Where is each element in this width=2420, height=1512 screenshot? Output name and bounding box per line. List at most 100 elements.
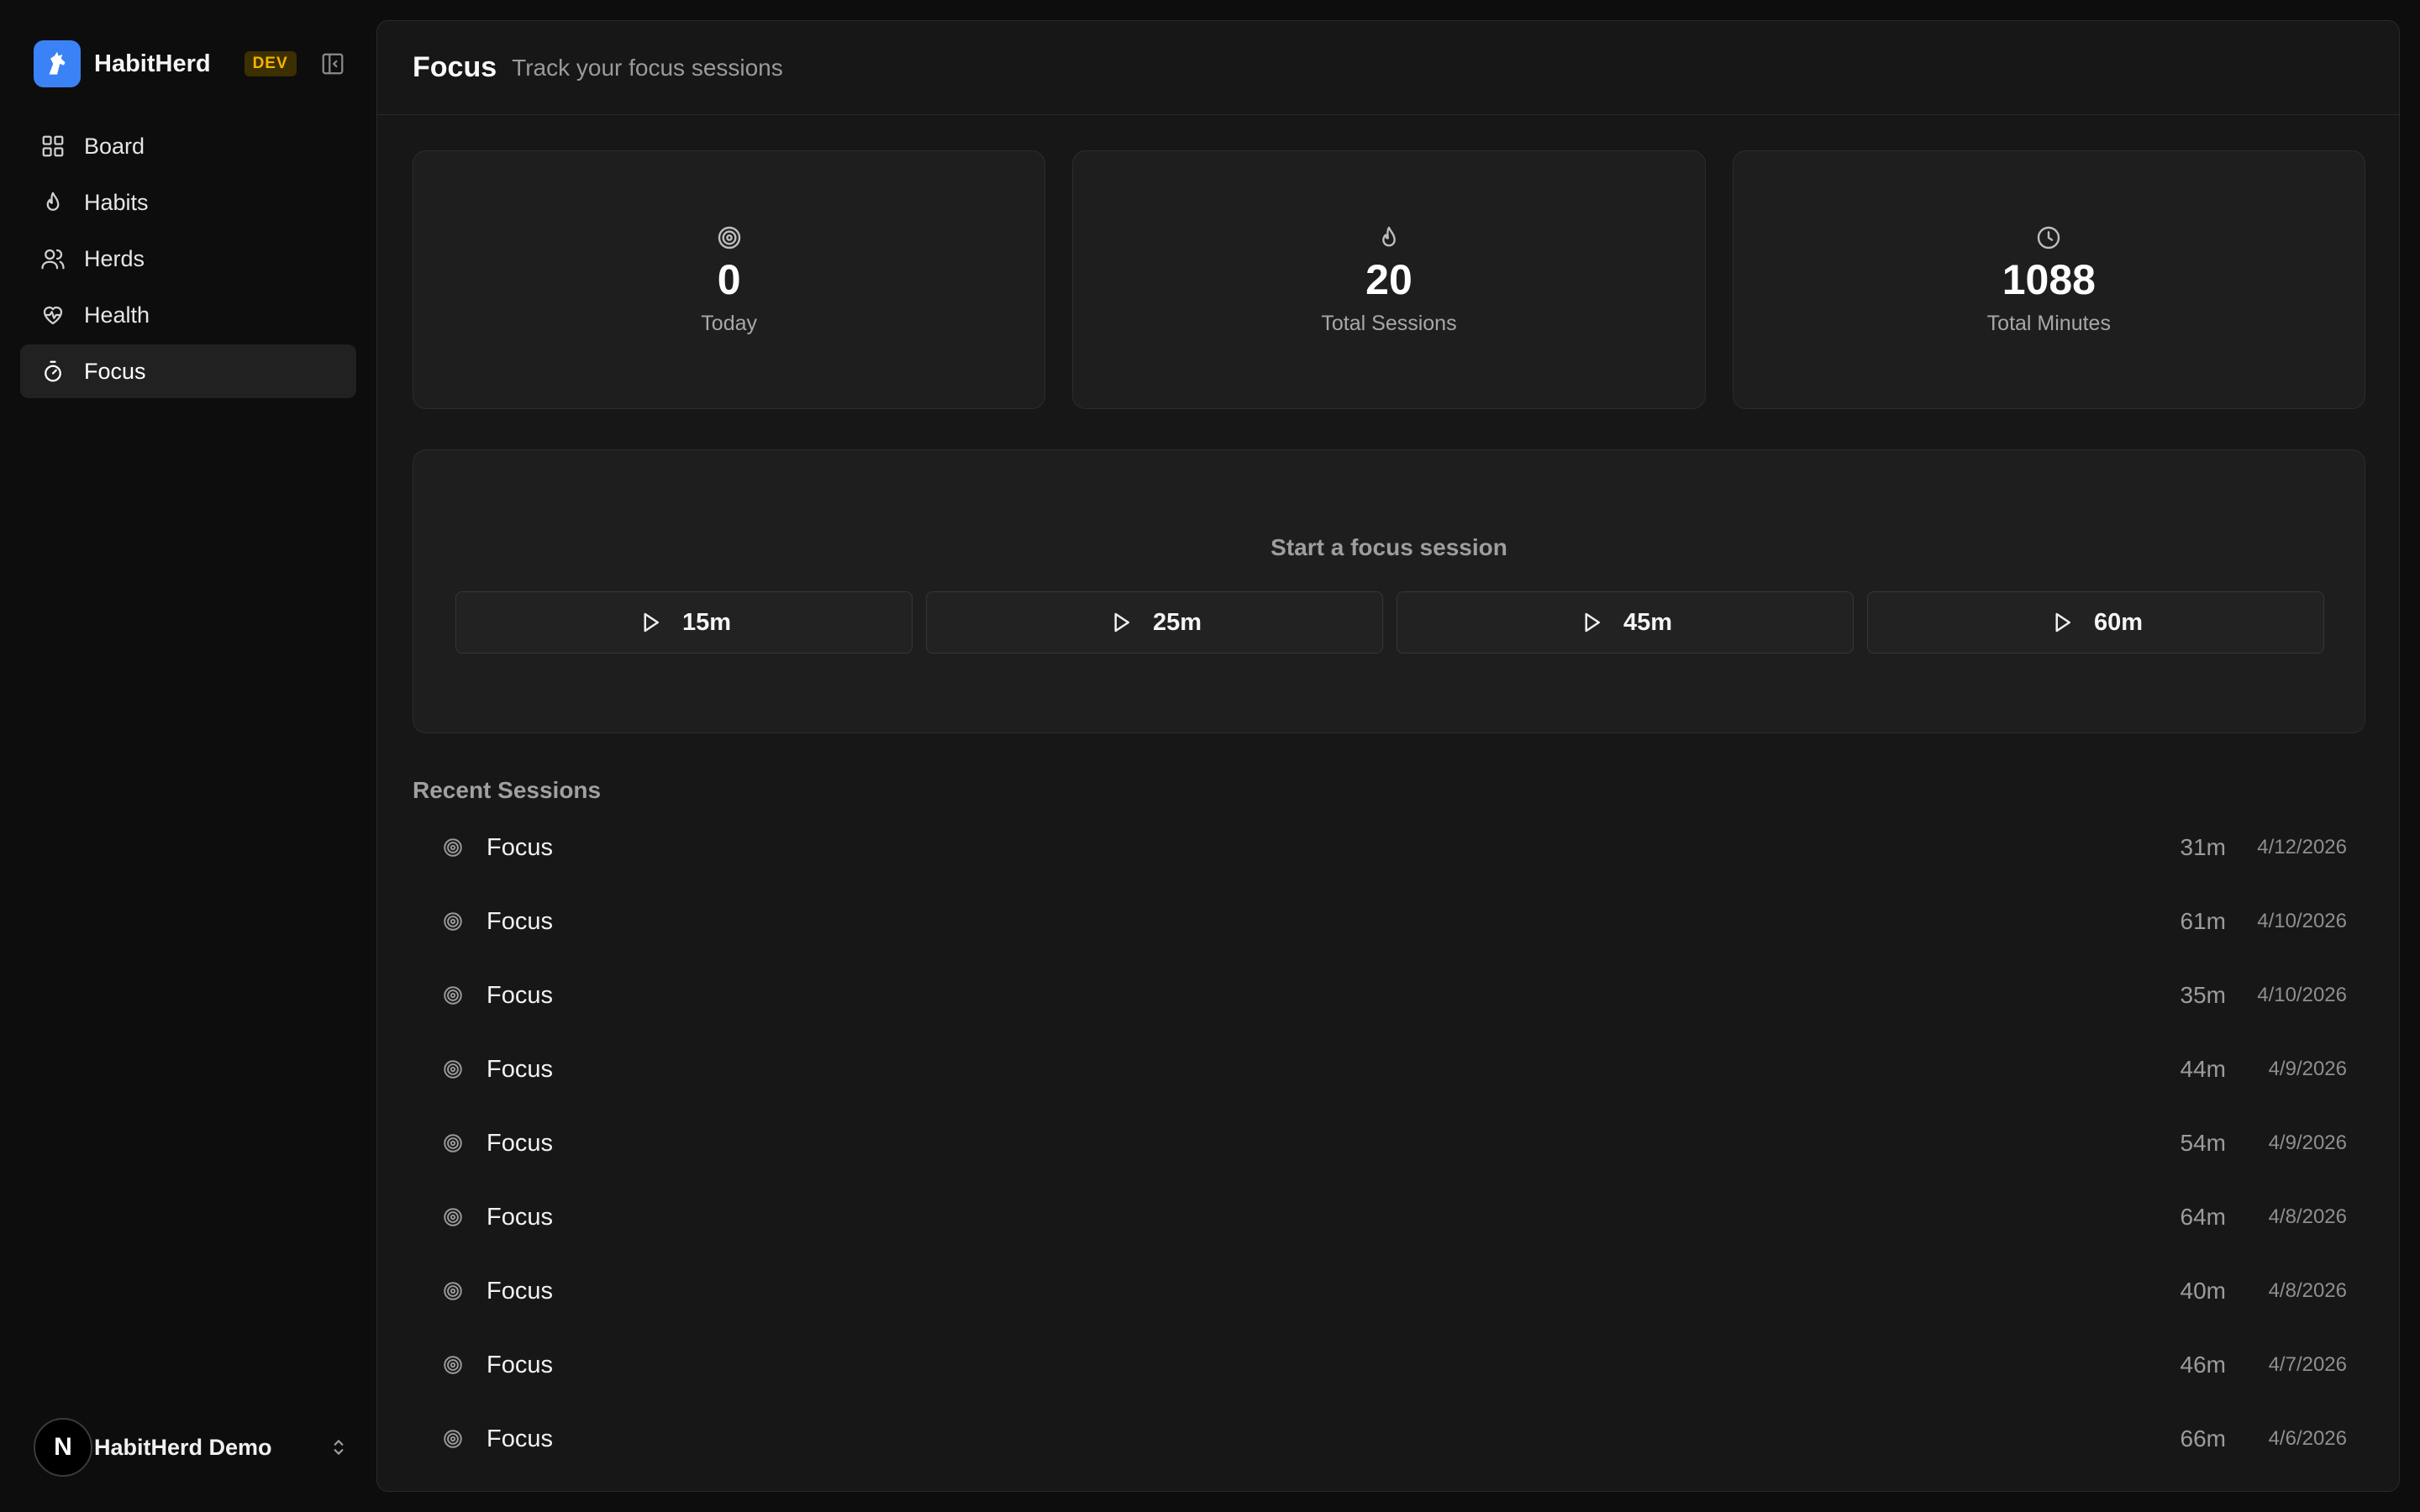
sidebar-nav: Board Habits Herds Health Focus xyxy=(20,119,356,401)
target-icon xyxy=(441,1205,465,1229)
session-name: Focus xyxy=(487,1425,553,1452)
target-icon xyxy=(441,1353,465,1377)
sidebar-item-label: Habits xyxy=(84,189,149,215)
avatar: N xyxy=(34,1418,92,1477)
session-name: Focus xyxy=(487,833,553,861)
stat-value: 0 xyxy=(717,256,741,303)
flame-icon xyxy=(1375,223,1403,252)
timer-icon xyxy=(39,357,67,386)
start-session-title: Start a focus session xyxy=(1270,534,1507,560)
session-date: 4/9/2026 xyxy=(2268,1058,2347,1080)
start-60m-button[interactable]: 60m xyxy=(1867,591,2324,654)
sidebar-item-habits[interactable]: Habits xyxy=(20,176,356,229)
session-row[interactable]: Focus 66m 4/6/2026 xyxy=(413,1402,2365,1476)
sidebar-toggle-icon[interactable] xyxy=(318,50,347,78)
target-icon xyxy=(441,984,465,1007)
play-icon xyxy=(1107,609,1134,636)
session-date: 4/8/2026 xyxy=(2268,1205,2347,1228)
brand: HabitHerd DEV xyxy=(34,40,361,87)
sidebar-item-health[interactable]: Health xyxy=(20,288,356,342)
page-header: Focus Track your focus sessions xyxy=(377,21,2399,115)
stat-label: Total Sessions xyxy=(1321,312,1457,335)
target-icon xyxy=(441,1131,465,1155)
grid-icon xyxy=(39,132,67,160)
session-name: Focus xyxy=(487,981,553,1009)
stat-card-total-minutes: 1088 Total Minutes xyxy=(1732,150,2365,409)
session-date: 4/10/2026 xyxy=(2257,984,2347,1006)
session-duration: 61m xyxy=(2180,908,2226,934)
session-row[interactable]: Focus 40m 4/8/2026 xyxy=(413,1254,2365,1328)
sidebar-item-herds[interactable]: Herds xyxy=(20,232,356,286)
page-title: Focus xyxy=(413,51,497,83)
session-date: 4/10/2026 xyxy=(2257,910,2347,932)
target-icon xyxy=(441,836,465,859)
duration-label: 60m xyxy=(2093,608,2144,636)
clock-icon xyxy=(2034,223,2063,252)
target-icon xyxy=(441,910,465,933)
sidebar-item-label: Herds xyxy=(84,245,145,271)
sidebar-item-label: Focus xyxy=(84,358,146,384)
stat-value: 20 xyxy=(1365,256,1413,303)
session-name: Focus xyxy=(487,1351,553,1378)
sidebar-item-focus[interactable]: Focus xyxy=(20,344,356,398)
target-icon xyxy=(441,1058,465,1081)
session-row[interactable]: Focus 46m 4/7/2026 xyxy=(413,1328,2365,1402)
session-duration: 31m xyxy=(2180,834,2226,860)
users-icon xyxy=(39,244,67,273)
sidebar-item-label: Health xyxy=(84,302,150,328)
page-subtitle: Track your focus sessions xyxy=(512,54,783,81)
session-duration: 64m xyxy=(2180,1204,2226,1230)
user-menu[interactable]: N HabitHerd Demo xyxy=(34,1418,353,1477)
session-name: Focus xyxy=(487,1129,553,1157)
recent-sessions-list: Focus 31m 4/12/2026 Focus 61m 4/10/2026 Focus 3… xyxy=(413,811,2365,1476)
session-date: 4/12/2026 xyxy=(2257,836,2347,858)
target-icon xyxy=(441,1279,465,1303)
session-duration: 35m xyxy=(2180,982,2226,1008)
app-name: HabitHerd xyxy=(94,50,211,77)
session-date: 4/6/2026 xyxy=(2268,1427,2347,1450)
play-icon xyxy=(1578,609,1605,636)
session-row[interactable]: Focus 61m 4/10/2026 xyxy=(413,885,2365,958)
env-badge: DEV xyxy=(244,51,297,76)
app-root: HabitHerd DEV Board Habits Herds Health … xyxy=(0,0,2420,1512)
start-15m-button[interactable]: 15m xyxy=(455,591,913,654)
stat-label: Today xyxy=(701,312,758,335)
session-row[interactable]: Focus 31m 4/12/2026 xyxy=(413,811,2365,885)
play-icon xyxy=(637,609,664,636)
session-duration: 46m xyxy=(2180,1352,2226,1378)
session-duration: 54m xyxy=(2180,1130,2226,1156)
main-panel: Focus Track your focus sessions 0 Today xyxy=(376,20,2400,1492)
session-row[interactable]: Focus 44m 4/9/2026 xyxy=(413,1032,2365,1106)
session-name: Focus xyxy=(487,1203,553,1231)
stat-card-today: 0 Today xyxy=(413,150,1046,409)
stat-value: 1088 xyxy=(2002,256,2096,303)
play-icon xyxy=(2049,609,2075,636)
session-date: 4/8/2026 xyxy=(2268,1279,2347,1302)
start-session-card: Start a focus session 15m 25m 45m 60m xyxy=(413,449,2365,733)
sidebar-item-board[interactable]: Board xyxy=(20,119,356,173)
start-45m-button[interactable]: 45m xyxy=(1397,591,1854,654)
session-duration: 40m xyxy=(2180,1278,2226,1304)
session-row[interactable]: Focus 54m 4/9/2026 xyxy=(413,1106,2365,1180)
sidebar: HabitHerd DEV Board Habits Herds Health … xyxy=(0,0,376,1512)
heart-pulse-icon xyxy=(39,301,67,329)
session-duration: 66m xyxy=(2180,1425,2226,1452)
session-name: Focus xyxy=(487,907,553,935)
target-icon xyxy=(441,1427,465,1451)
flame-icon xyxy=(39,188,67,217)
session-date: 4/7/2026 xyxy=(2268,1353,2347,1376)
session-date: 4/9/2026 xyxy=(2268,1131,2347,1154)
session-row[interactable]: Focus 64m 4/8/2026 xyxy=(413,1180,2365,1254)
stat-card-total-sessions: 20 Total Sessions xyxy=(1072,150,1706,409)
target-icon xyxy=(715,223,744,252)
chevrons-up-down-icon[interactable] xyxy=(324,1433,353,1462)
sidebar-item-label: Board xyxy=(84,133,145,159)
user-name: HabitHerd Demo xyxy=(94,1434,272,1460)
duration-label: 45m xyxy=(1623,608,1673,636)
session-duration: 44m xyxy=(2180,1056,2226,1082)
avatar-letter: N xyxy=(54,1433,72,1461)
stat-label: Total Minutes xyxy=(1986,312,2111,335)
session-row[interactable]: Focus 35m 4/10/2026 xyxy=(413,958,2365,1032)
app-logo-icon[interactable] xyxy=(34,40,81,87)
start-25m-button[interactable]: 25m xyxy=(926,591,1383,654)
